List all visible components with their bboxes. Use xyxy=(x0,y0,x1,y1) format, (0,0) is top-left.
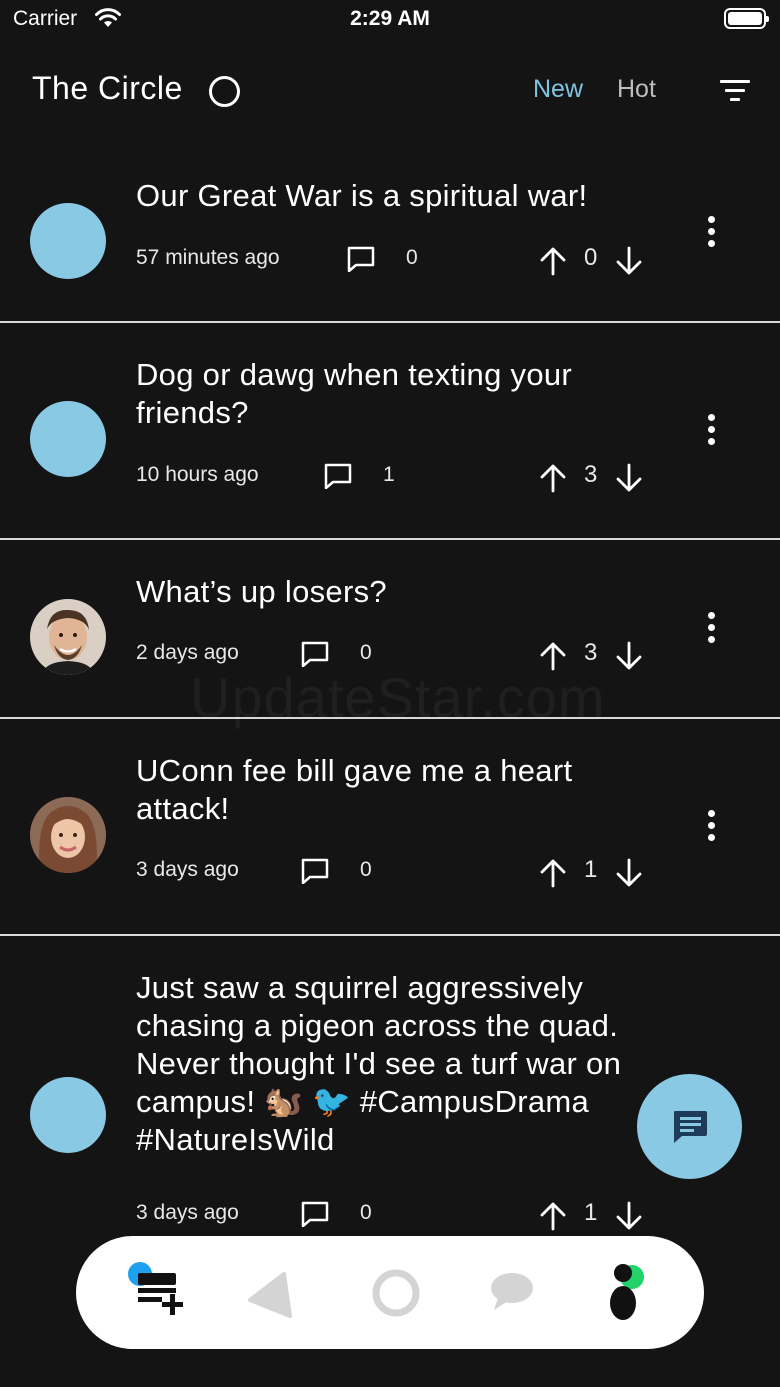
tab-new[interactable]: New xyxy=(533,75,583,104)
filter-icon[interactable] xyxy=(720,78,750,104)
upvote-icon[interactable] xyxy=(538,463,568,493)
upvote-icon[interactable] xyxy=(538,1201,568,1231)
post-title[interactable]: UConn fee bill gave me a heart attack! xyxy=(136,752,636,828)
nav-chat[interactable] xyxy=(476,1258,546,1328)
photo-avatar-woman xyxy=(30,797,106,873)
nav-circle[interactable] xyxy=(361,1258,431,1328)
nav-triangle[interactable] xyxy=(236,1258,306,1328)
upvote-icon[interactable] xyxy=(538,246,568,276)
profile-icon xyxy=(610,1264,644,1320)
avatar[interactable] xyxy=(30,797,106,873)
more-options-icon[interactable] xyxy=(705,414,719,446)
downvote-icon[interactable] xyxy=(614,246,644,276)
app-header: The Circle New Hot xyxy=(0,60,780,120)
comment-count: 0 xyxy=(360,641,372,664)
comment-icon[interactable] xyxy=(324,463,352,489)
post-meta: 57 minutes ago 0 0 xyxy=(136,244,656,276)
downvote-icon[interactable] xyxy=(614,858,644,888)
comment-icon[interactable] xyxy=(301,1201,329,1227)
upvote-icon[interactable] xyxy=(538,858,568,888)
bottom-nav xyxy=(76,1236,704,1349)
photo-avatar-man xyxy=(30,599,106,675)
watermark: UpdateStar.com xyxy=(190,666,606,729)
post-time: 57 minutes ago xyxy=(136,246,280,269)
post-title[interactable]: Our Great War is a spiritual war! xyxy=(136,177,656,215)
vote-count: 3 xyxy=(584,461,598,488)
comment-count: 0 xyxy=(360,1201,372,1224)
comment-count: 0 xyxy=(360,858,372,881)
post-time: 10 hours ago xyxy=(136,463,259,486)
clock: 2:29 AM xyxy=(350,7,430,30)
comment-icon[interactable] xyxy=(301,858,329,884)
nav-new-post[interactable] xyxy=(120,1258,190,1328)
status-bar: Carrier 2:29 AM xyxy=(0,0,780,40)
post-time: 2 days ago xyxy=(136,641,239,664)
more-options-icon[interactable] xyxy=(705,216,719,248)
avatar[interactable] xyxy=(30,1077,106,1153)
post-meta: 3 days ago 0 1 xyxy=(136,1199,656,1231)
post-item[interactable]: UConn fee bill gave me a heart attack! 3… xyxy=(0,719,780,936)
new-chat-button[interactable] xyxy=(637,1074,742,1179)
post-item[interactable]: Dog or dawg when texting your friends? 1… xyxy=(0,323,780,540)
comment-icon[interactable] xyxy=(301,641,329,667)
chat-bubble-icon xyxy=(491,1273,533,1310)
post-item[interactable]: Our Great War is a spiritual war! 57 min… xyxy=(0,150,780,323)
vote-count: 1 xyxy=(584,856,598,883)
more-options-icon[interactable] xyxy=(705,612,719,644)
post-title[interactable]: Just saw a squirrel aggressively chasing… xyxy=(136,969,661,1159)
comment-icon[interactable] xyxy=(347,246,375,272)
downvote-icon[interactable] xyxy=(614,463,644,493)
vote-count: 1 xyxy=(584,1199,598,1226)
tab-hot[interactable]: Hot xyxy=(617,75,656,104)
triangle-icon xyxy=(248,1272,292,1318)
downvote-icon[interactable] xyxy=(614,641,644,671)
battery-icon xyxy=(724,8,769,29)
avatar[interactable] xyxy=(30,401,106,477)
vote-count: 3 xyxy=(584,639,598,666)
post-meta: 10 hours ago 1 3 xyxy=(136,461,656,493)
downvote-icon[interactable] xyxy=(614,1201,644,1231)
vote-count: 0 xyxy=(584,244,598,271)
comment-count: 0 xyxy=(406,246,418,269)
post-meta: 3 days ago 0 1 xyxy=(136,856,656,888)
post-time: 3 days ago xyxy=(136,1201,239,1224)
avatar[interactable] xyxy=(30,203,106,279)
new-post-icon xyxy=(128,1262,183,1315)
post-title[interactable]: What’s up losers? xyxy=(136,573,656,611)
circle-outline-icon xyxy=(209,76,240,107)
chat-message-icon xyxy=(674,1111,707,1143)
post-title[interactable]: Dog or dawg when texting your friends? xyxy=(136,356,636,432)
nav-profile[interactable] xyxy=(588,1258,658,1328)
comment-count: 1 xyxy=(383,463,395,486)
app-title: The Circle xyxy=(32,70,183,106)
avatar[interactable] xyxy=(30,599,106,675)
more-options-icon[interactable] xyxy=(705,810,719,842)
post-time: 3 days ago xyxy=(136,858,239,881)
circle-icon xyxy=(372,1269,420,1317)
